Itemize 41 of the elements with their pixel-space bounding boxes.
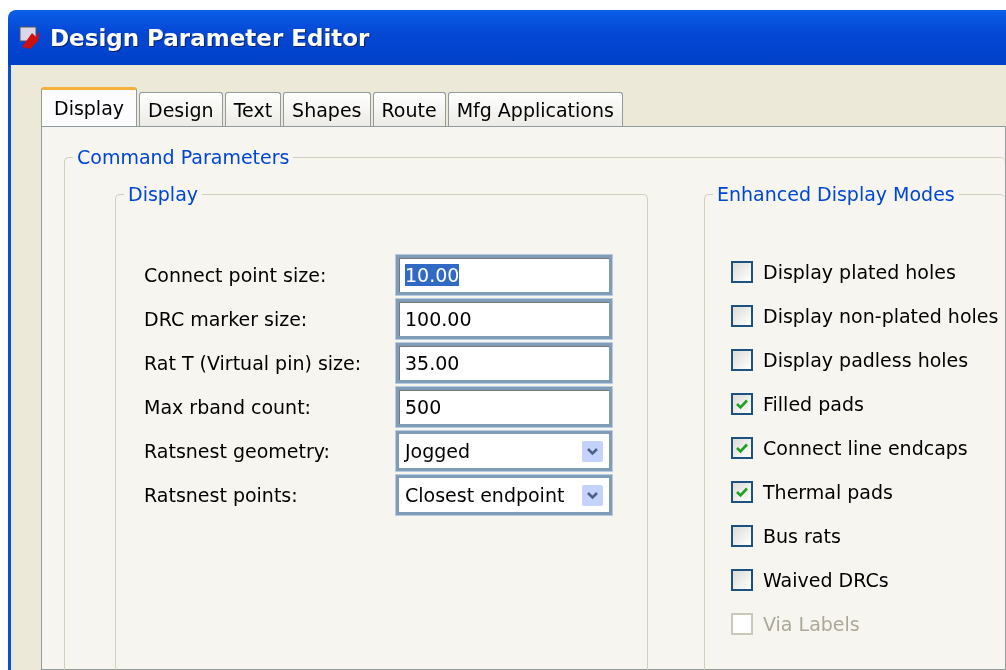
checkbox[interactable]: [731, 393, 753, 415]
checkbox-label: Display plated holes: [763, 261, 956, 283]
checkbox-label: Connect line endcaps: [763, 437, 968, 459]
input-field[interactable]: 35.00: [396, 343, 612, 383]
checkbox-label: Filled pads: [763, 393, 864, 415]
checkbox-label: Via Labels: [763, 613, 860, 635]
check-icon: [735, 441, 749, 455]
input-field[interactable]: 500: [396, 387, 612, 427]
tab[interactable]: Mfg Applications: [447, 92, 623, 126]
checkbox[interactable]: [731, 569, 753, 591]
field-label: Max rband count:: [144, 396, 312, 418]
tab[interactable]: Route: [372, 92, 446, 126]
tab[interactable]: Display: [41, 87, 138, 126]
checkbox[interactable]: [731, 261, 753, 283]
checkbox[interactable]: [731, 481, 753, 503]
dropdown[interactable]: Jogged: [396, 431, 612, 471]
input-field[interactable]: 100.00: [396, 299, 612, 339]
checkbox-label: Display padless holes: [763, 349, 969, 371]
checkbox[interactable]: [731, 525, 753, 547]
checkbox-label: Thermal pads: [763, 481, 893, 503]
field-label: Ratsnest geometry:: [144, 440, 331, 462]
checkbox-label: Bus rats: [763, 525, 841, 547]
field-label: DRC marker size:: [144, 308, 309, 330]
window-title: Design Parameter Editor: [50, 24, 370, 51]
tab[interactable]: Design: [139, 92, 223, 126]
checkbox[interactable]: [731, 349, 753, 371]
field-label: Rat T (Virtual pin) size:: [144, 352, 363, 374]
tab[interactable]: Shapes: [283, 92, 371, 126]
input-field[interactable]: 10.00: [396, 255, 612, 295]
checkbox-label: Display non-plated holes: [763, 305, 999, 327]
checkbox[interactable]: [731, 437, 753, 459]
group-title: Display: [124, 183, 203, 205]
check-icon: [735, 485, 749, 499]
tab[interactable]: Text: [224, 92, 282, 126]
checkbox[interactable]: [731, 305, 753, 327]
checkbox-label: Waived DRCs: [763, 569, 889, 591]
field-label: Connect point size:: [144, 264, 328, 286]
field-label: Ratsnest points:: [144, 484, 299, 506]
group-title: Enhanced Display Modes: [713, 183, 959, 205]
dropdown[interactable]: Closest endpoint: [396, 475, 612, 515]
check-icon: [735, 397, 749, 411]
